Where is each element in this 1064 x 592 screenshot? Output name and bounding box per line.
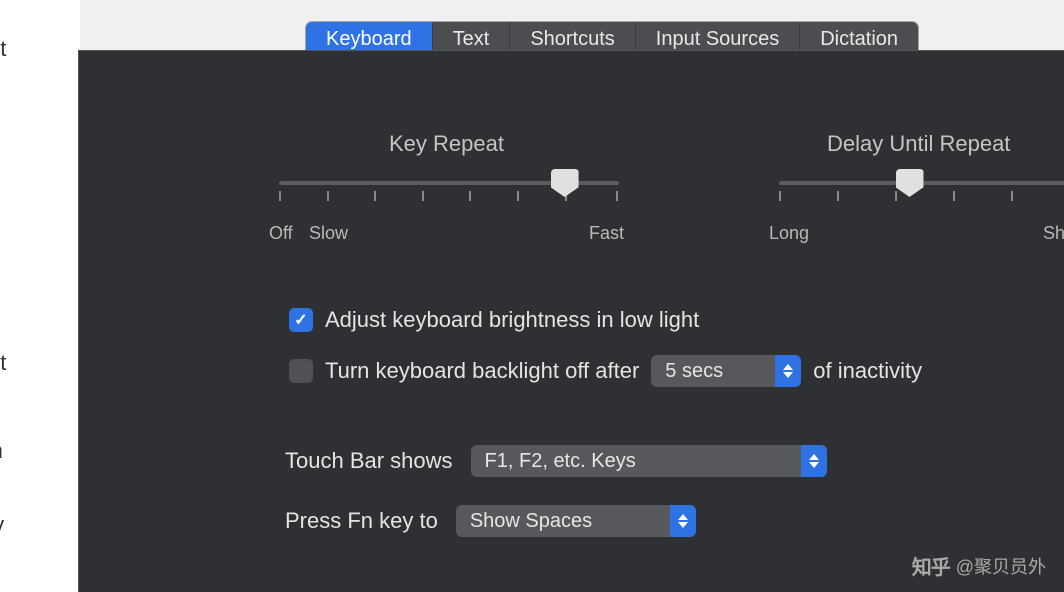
select-value: 5 secs bbox=[665, 360, 723, 383]
keyboard-preferences-panel: Key Repeat Off Slow Fast Delay Until Rep… bbox=[78, 50, 1064, 592]
key-repeat-slider[interactable] bbox=[279, 181, 619, 185]
touch-bar-shows-label: Touch Bar shows bbox=[285, 448, 453, 474]
backlight-off-suffix: of inactivity bbox=[813, 358, 922, 384]
chevron-updown-icon bbox=[775, 355, 801, 387]
backlight-off-checkbox[interactable] bbox=[289, 359, 313, 383]
chevron-updown-icon bbox=[670, 505, 696, 537]
key-repeat-title: Key Repeat bbox=[389, 131, 504, 157]
delay-until-repeat-title: Delay Until Repeat bbox=[827, 131, 1010, 157]
press-fn-label: Press Fn key to bbox=[285, 508, 438, 534]
backlight-off-row: Turn keyboard backlight off after 5 secs… bbox=[289, 355, 922, 387]
delay-until-repeat-slider[interactable] bbox=[779, 181, 1064, 185]
tick-label-slow: Slow bbox=[309, 223, 348, 244]
press-fn-row: Press Fn key to Show Spaces bbox=[285, 505, 696, 537]
slider-thumb-icon[interactable] bbox=[896, 169, 924, 197]
adjust-brightness-row: Adjust keyboard brightness in low light bbox=[289, 307, 699, 333]
tick-label-fast: Fast bbox=[589, 223, 624, 244]
adjust-brightness-label: Adjust keyboard brightness in low light bbox=[325, 307, 699, 333]
background-left-strip: nt nt Sh ply bbox=[0, 0, 80, 592]
press-fn-select[interactable]: Show Spaces bbox=[456, 505, 696, 537]
obscured-text-fragment: nt bbox=[0, 36, 6, 62]
select-value: Show Spaces bbox=[470, 510, 592, 533]
touch-bar-shows-select[interactable]: F1, F2, etc. Keys bbox=[471, 445, 827, 477]
obscured-text-fragment: ply bbox=[0, 512, 4, 538]
obscured-text-fragment: Sh bbox=[0, 438, 3, 464]
chevron-updown-icon bbox=[801, 445, 827, 477]
watermark: 知乎 @聚贝员外 bbox=[912, 551, 1046, 580]
backlight-off-select[interactable]: 5 secs bbox=[651, 355, 801, 387]
watermark-text: @聚贝员外 bbox=[956, 553, 1046, 579]
slider-thumb-icon[interactable] bbox=[551, 169, 579, 197]
select-value: F1, F2, etc. Keys bbox=[485, 450, 636, 473]
backlight-off-label: Turn keyboard backlight off after bbox=[325, 358, 639, 384]
obscured-text-fragment: nt bbox=[0, 350, 6, 376]
touch-bar-shows-row: Touch Bar shows F1, F2, etc. Keys bbox=[285, 445, 827, 477]
zhihu-icon: 知乎 bbox=[912, 551, 950, 580]
tick-label-off: Off bbox=[269, 223, 293, 244]
tick-label-long: Long bbox=[769, 223, 809, 244]
adjust-brightness-checkbox[interactable] bbox=[289, 308, 313, 332]
tick-label-short: Sh bbox=[1043, 223, 1064, 244]
